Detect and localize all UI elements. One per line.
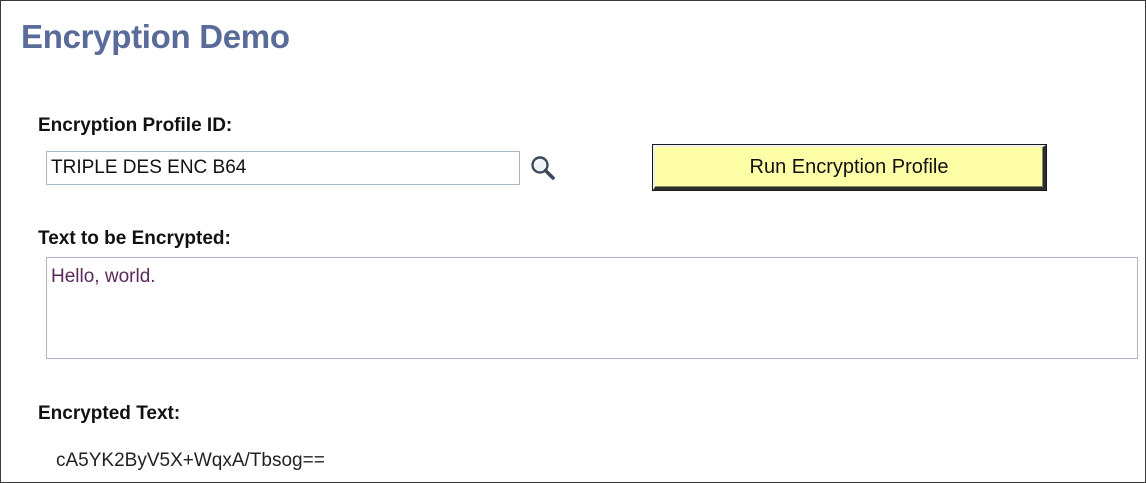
- magnifier-icon[interactable]: [528, 153, 558, 183]
- text-to-encrypt-textarea[interactable]: Hello, world.: [46, 257, 1138, 359]
- encryption-profile-label: Encryption Profile ID:: [38, 115, 233, 136]
- run-encryption-profile-button[interactable]: Run Encryption Profile: [653, 145, 1046, 190]
- encrypted-text-value: cA5YK2ByV5X+WqxA/Tbsog==: [56, 450, 325, 471]
- encrypted-text-label: Encrypted Text:: [38, 403, 181, 424]
- page-frame: Encryption Demo Encryption Profile ID: R…: [0, 0, 1146, 483]
- text-to-encrypt-label: Text to be Encrypted:: [38, 228, 231, 249]
- page-title: Encryption Demo: [21, 18, 290, 55]
- encryption-profile-input[interactable]: [46, 151, 520, 185]
